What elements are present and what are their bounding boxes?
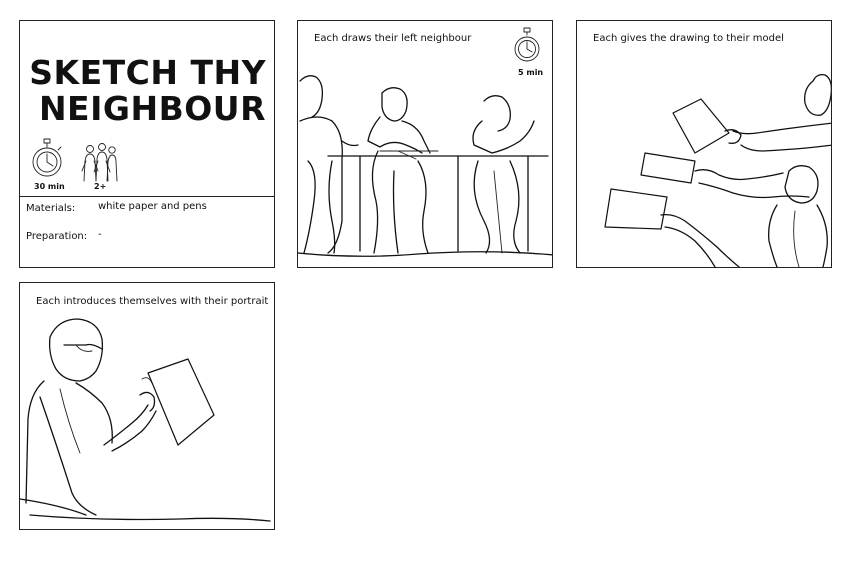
introduce-scene-illustration [20, 318, 271, 522]
duration-label: 30 min [34, 182, 65, 191]
step-panel-draw: Each draws their left neighbour 5 min [297, 20, 553, 268]
stopwatch-icon [32, 138, 62, 177]
drawing-scene-illustration [298, 27, 552, 257]
timer-label: 5 min [518, 68, 544, 77]
title-card: SKETCH THY NEIGHBOUR 30 min 2+ Materials… [19, 20, 275, 268]
preparation-value: - [98, 229, 102, 240]
people-icon [81, 143, 118, 182]
preparation-label: Preparation: [26, 231, 88, 242]
giving-scene-illustration [604, 73, 831, 267]
materials-value: white paper and pens [98, 201, 207, 212]
participants-label: 2+ [94, 182, 107, 191]
step-panel-introduce: Each introduces themselves with their po… [19, 282, 275, 530]
step-panel-give: Each gives the drawing to their model [576, 20, 832, 268]
materials-label: Materials: [26, 203, 76, 214]
stopwatch-icon [514, 27, 540, 62]
card-divider [20, 196, 274, 197]
